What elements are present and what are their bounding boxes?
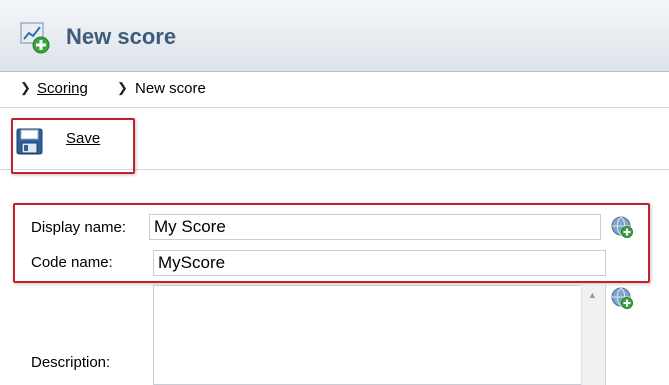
save-button[interactable]: Save (66, 130, 100, 147)
code-name-label: Code name: (31, 254, 113, 271)
display-name-label: Display name: (31, 219, 127, 236)
breadcrumb-link-scoring[interactable]: Scoring (37, 80, 88, 97)
breadcrumb-current: New score (135, 80, 206, 97)
page-title: New score (66, 24, 177, 49)
globe-add-icon[interactable] (611, 216, 633, 238)
description-scrollbar[interactable]: ▲ (581, 285, 605, 385)
page-header: New score (0, 0, 669, 72)
globe-add-icon[interactable] (611, 287, 633, 309)
breadcrumb: ❯ Scoring ❯ New score (0, 72, 669, 108)
new-score-chart-icon (20, 22, 50, 54)
description-textarea[interactable] (153, 285, 606, 385)
chevron-right-icon: ❯ (20, 80, 31, 95)
floppy-disk-icon[interactable] (16, 128, 43, 155)
chevron-right-icon: ❯ (117, 80, 128, 95)
code-name-field[interactable] (153, 250, 606, 276)
description-label: Description: (31, 354, 111, 371)
display-name-field[interactable] (149, 214, 601, 240)
toolbar: Save (0, 108, 669, 174)
scroll-up-arrow-icon[interactable]: ▲ (588, 290, 597, 300)
